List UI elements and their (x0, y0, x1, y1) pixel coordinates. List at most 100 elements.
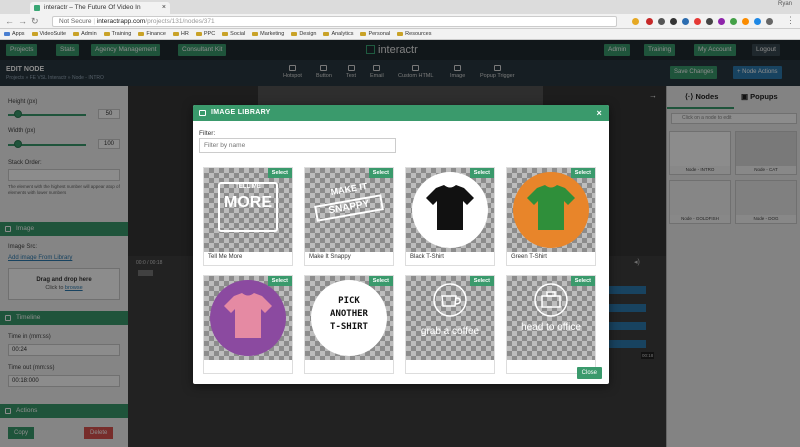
folder-icon (31, 32, 38, 36)
url-path: /projects/131/nodes/371 (145, 18, 215, 25)
bookmark-label: Admin (81, 31, 97, 37)
reload-icon[interactable]: ↻ (31, 16, 39, 26)
select-button[interactable]: Select (368, 276, 393, 286)
bookmark-label: Personal (368, 31, 391, 37)
select-button[interactable]: Select (570, 276, 595, 286)
folder-icon (73, 32, 80, 36)
bookmark-item[interactable]: Training (103, 31, 132, 37)
art-text-top: TELL ME (235, 184, 261, 190)
briefcase-icon (534, 283, 568, 317)
art-line: T-SHIRT (330, 322, 368, 332)
back-icon[interactable]: ← (5, 16, 14, 26)
folder-icon (252, 32, 259, 36)
select-button[interactable]: Select (469, 276, 494, 286)
folder-icon (323, 32, 330, 36)
extension-icon[interactable] (766, 18, 773, 25)
extension-icon[interactable] (730, 18, 737, 25)
extension-icon[interactable] (742, 18, 749, 25)
close-icon[interactable]: × (596, 105, 602, 121)
modal-title: IMAGE LIBRARY (211, 109, 271, 116)
bookmark-label: Analytics (331, 31, 354, 37)
apps-icon (4, 32, 10, 36)
filter-label: Filter: (199, 130, 216, 137)
select-button[interactable]: Select (267, 168, 292, 178)
image-card[interactable]: Select (203, 275, 293, 374)
image-caption: Black T-Shirt (410, 254, 444, 260)
select-button[interactable]: Select (469, 168, 494, 178)
image-icon (199, 110, 206, 116)
bookmark-label: Training (111, 31, 132, 37)
bookmark-label: HR (180, 31, 189, 37)
briefcase-handle (546, 291, 556, 297)
image-library-modal: IMAGE LIBRARY × Filter: TELL ME MORE Sel… (193, 105, 609, 384)
bookmark-item[interactable]: Marketing (252, 31, 284, 37)
image-card[interactable]: Select Green T-Shirt (506, 167, 596, 266)
bookmark-item[interactable]: Apps (4, 31, 25, 37)
icon-ring (534, 283, 568, 317)
art-text-main: grab a coffee (420, 326, 480, 337)
filter-input[interactable] (199, 138, 396, 153)
close-button[interactable]: Close (576, 367, 602, 379)
bookmark-item[interactable]: Admin (73, 31, 97, 37)
bookmark-item[interactable]: PPC (195, 31, 215, 37)
browser-tab-title: interactr – The Future Of Video In (44, 4, 141, 11)
security-label: Not Secure (59, 18, 92, 25)
image-card[interactable]: TELL ME MORE Select Tell Me More (203, 167, 293, 266)
url-field[interactable]: Not Secure | interactrapp.com/projects/1… (52, 16, 617, 27)
bookmark-label: Marketing (260, 31, 285, 37)
folder-icon (222, 32, 229, 36)
extension-icon[interactable] (646, 18, 653, 25)
folder-icon (172, 32, 179, 36)
bookmark-star-icon[interactable] (632, 18, 639, 25)
select-button[interactable]: Select (368, 168, 393, 178)
bookmark-label: Apps (12, 31, 25, 37)
browser-user[interactable]: Ryan (778, 1, 792, 7)
image-thumb (406, 168, 494, 252)
bookmark-item[interactable]: Design (291, 31, 316, 37)
image-card[interactable]: grab a coffee Select (405, 275, 495, 374)
favicon-icon (34, 5, 40, 11)
extension-icon[interactable] (694, 18, 701, 25)
extension-icon[interactable] (706, 18, 713, 25)
extension-icon[interactable] (754, 18, 761, 25)
folder-icon (103, 32, 110, 36)
image-card[interactable]: PICK ANOTHER T-SHIRT Select (304, 275, 394, 374)
image-card[interactable]: head to office Select (506, 275, 596, 374)
select-button[interactable]: Select (267, 276, 292, 286)
browser-tab[interactable]: interactr – The Future Of Video In × (30, 2, 170, 14)
bookmark-item[interactable]: VideoSuite (31, 31, 67, 37)
art-line: PICK (338, 296, 360, 306)
image-caption: Tell Me More (208, 254, 243, 260)
close-tab-icon[interactable]: × (162, 2, 166, 14)
bookmarks-bar: Apps VideoSuite Admin Training Finance HR PPC S… (0, 29, 800, 40)
modal-header: IMAGE LIBRARY × (193, 105, 609, 121)
image-thumb: head to office (507, 276, 595, 360)
extension-icon[interactable] (658, 18, 665, 25)
extension-icon[interactable] (682, 18, 689, 25)
image-card[interactable]: Select Black T-Shirt (405, 167, 495, 266)
image-thumb: PICK ANOTHER T-SHIRT (305, 276, 393, 360)
folder-icon (138, 32, 145, 36)
bookmark-item[interactable]: Resources (397, 31, 431, 37)
briefcase-body (541, 295, 561, 308)
extension-icon[interactable] (670, 18, 677, 25)
art-text-main: head to office (521, 322, 581, 333)
icon-ring (433, 283, 467, 317)
browser-tab-bar: interactr – The Future Of Video In × Rya… (0, 0, 800, 14)
bookmark-item[interactable]: Personal (360, 31, 390, 37)
art-text-lines: PICK ANOTHER T-SHIRT (305, 295, 393, 334)
bookmark-item[interactable]: Analytics (323, 31, 353, 37)
select-button[interactable]: Select (570, 168, 595, 178)
image-caption: Green T-Shirt (511, 254, 547, 260)
bookmark-item[interactable]: HR (172, 31, 189, 37)
bookmark-label: Resources (405, 31, 432, 37)
forward-icon[interactable]: → (18, 16, 27, 26)
image-thumb: MAKE IT SNAPPY (305, 168, 393, 252)
bookmark-item[interactable]: Social (222, 31, 245, 37)
bookmark-label: VideoSuite (39, 31, 67, 37)
browser-menu-icon[interactable]: ⋮ (786, 15, 795, 25)
bookmark-item[interactable]: Finance (138, 31, 166, 37)
extension-icon[interactable] (718, 18, 725, 25)
image-card[interactable]: MAKE IT SNAPPY Select Make It Snappy (304, 167, 394, 266)
folder-icon (195, 32, 202, 36)
